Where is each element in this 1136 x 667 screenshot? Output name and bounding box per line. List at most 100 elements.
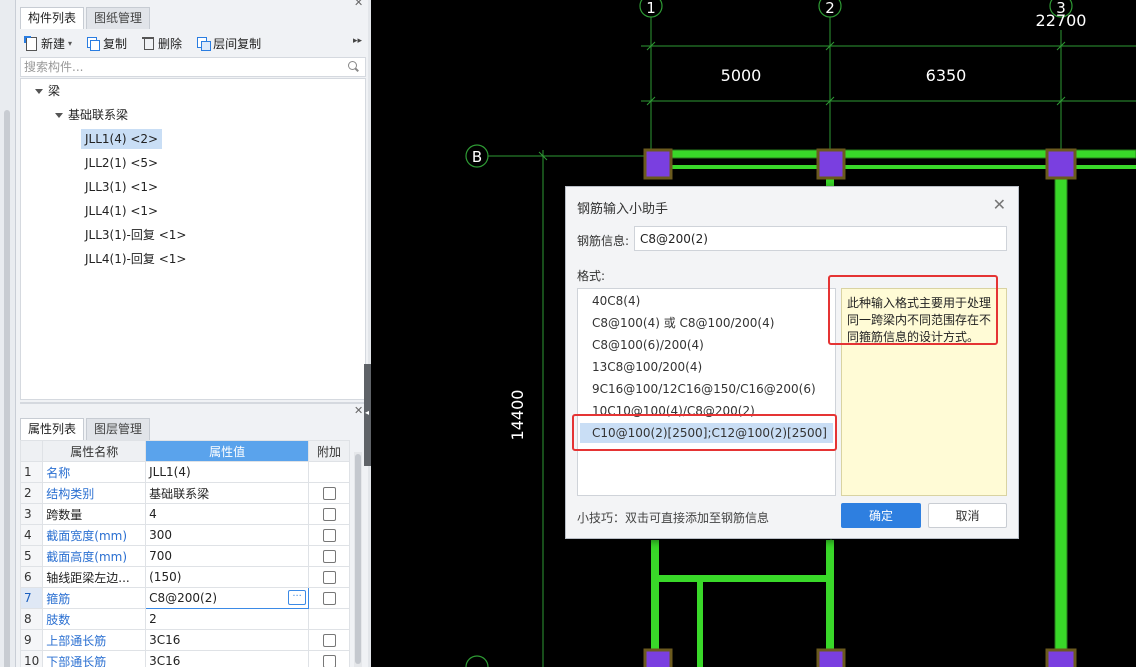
property-row[interactable]: 10 下部通长筋 3C16 <box>19 650 350 667</box>
tree-item[interactable]: JLL1(4) <2> <box>81 129 163 149</box>
property-row[interactable]: 5 截面高度(mm) 700 <box>19 545 350 567</box>
secondary-beam[interactable] <box>659 575 826 582</box>
additional-checkbox[interactable] <box>322 550 336 563</box>
row-index: 7 <box>19 587 44 609</box>
layer-copy-button[interactable]: 层间复制 <box>196 35 261 52</box>
additional-checkbox[interactable] <box>322 571 336 584</box>
axis-label-b: B <box>472 148 482 166</box>
property-name: 上部通长筋 <box>42 629 147 651</box>
tree-node-beam[interactable]: 梁 <box>35 81 60 101</box>
property-scrollbar-thumb[interactable] <box>355 454 361 664</box>
property-value[interactable]: JLL1(4) <box>145 461 310 483</box>
cancel-button[interactable]: 取消 <box>928 503 1007 528</box>
column-3b[interactable] <box>1045 148 1077 180</box>
column-2b[interactable] <box>816 148 846 180</box>
rebar-input-dialog: 钢筋输入小助手 ✕ 钢筋信息: 格式: 40C8(4) C8@100(4) 或 … <box>565 186 1019 539</box>
format-item[interactable]: 40C8(4) <box>592 291 640 311</box>
search-icon[interactable] <box>348 61 359 72</box>
format-item-selected[interactable]: C10@100(2)[2500];C12@100(2)[2500] <box>580 423 833 443</box>
tab-property-list[interactable]: 属性列表 <box>20 418 85 440</box>
property-value-text: 3C16 <box>149 633 181 647</box>
component-tabs: 构件列表 图纸管理 <box>20 7 152 29</box>
component-panel: ✕ 构件列表 图纸管理 新建 ▾ 复制 删除 层间复制 ▸▸ 梁 <box>16 0 368 667</box>
additional-cell <box>308 503 350 525</box>
copy-button[interactable]: 复制 <box>86 35 127 52</box>
format-item[interactable]: 9C16@100/12C16@150/C16@200(6) <box>592 379 816 399</box>
component-toolbar: 新建 ▾ 复制 删除 层间复制 ▸▸ <box>20 31 366 55</box>
property-value[interactable]: 2 <box>145 608 310 630</box>
row-index: 10 <box>19 650 44 667</box>
tree-horizontal-scrollbar[interactable] <box>20 402 366 404</box>
format-item[interactable]: 10C10@100(4)/C8@200(2) <box>592 401 755 421</box>
beam-axis-1-lower[interactable] <box>651 540 659 667</box>
copy-icon <box>86 36 101 51</box>
row-index: 4 <box>19 524 44 546</box>
tab-layer-management[interactable]: 图层管理 <box>86 418 151 440</box>
property-value[interactable]: (150) <box>145 566 310 588</box>
additional-checkbox[interactable] <box>322 487 336 500</box>
additional-cell <box>308 608 350 630</box>
beam-axis-3[interactable] <box>1054 169 1068 667</box>
additional-checkbox[interactable] <box>322 508 336 521</box>
property-scrollbar[interactable] <box>354 452 362 667</box>
format-item[interactable]: 13C8@100/200(4) <box>592 357 702 377</box>
property-row[interactable]: 7 箍筋 C8@200(2) ··· <box>19 587 350 609</box>
tree-item[interactable]: JLL3(1) <1> <box>85 177 158 197</box>
tree-item[interactable]: JLL2(1) <5> <box>85 153 158 173</box>
tree-item[interactable]: JLL4(1)-回复 <1> <box>85 249 186 269</box>
additional-checkbox[interactable] <box>322 592 336 605</box>
tree-item[interactable]: JLL4(1) <1> <box>85 201 158 221</box>
property-row[interactable]: 4 截面宽度(mm) 300 <box>19 524 350 546</box>
property-name: 结构类别 <box>42 482 147 504</box>
dropdown-caret-icon[interactable]: ▾ <box>68 39 72 48</box>
new-button[interactable]: 新建 ▾ <box>24 35 72 52</box>
panel-close-icon[interactable]: ✕ <box>354 0 363 9</box>
expand-caret-icon[interactable] <box>35 89 43 94</box>
additional-checkbox[interactable] <box>322 655 336 667</box>
new-label: 新建 <box>41 36 66 51</box>
column-1b[interactable] <box>643 148 673 180</box>
column-lower-3[interactable] <box>1045 648 1077 667</box>
search-input[interactable] <box>21 58 331 76</box>
additional-checkbox[interactable] <box>322 529 336 542</box>
additional-checkbox[interactable] <box>322 634 336 647</box>
property-value[interactable]: C8@200(2) ··· <box>145 587 310 609</box>
format-item[interactable]: C8@100(6)/200(4) <box>592 335 704 355</box>
expand-caret-icon[interactable] <box>55 113 63 118</box>
delete-button[interactable]: 删除 <box>141 35 182 52</box>
more-options-button[interactable]: ··· <box>288 590 307 605</box>
tab-component-list[interactable]: 构件列表 <box>20 7 85 29</box>
property-row[interactable]: 8 肢数 2 <box>19 608 350 630</box>
property-value[interactable]: 3C16 <box>145 629 310 651</box>
rebar-info-input[interactable] <box>634 226 1007 251</box>
property-row[interactable]: 3 跨数量 4 <box>19 503 350 525</box>
left-scrollbar[interactable] <box>4 110 10 667</box>
column-lower-1[interactable] <box>643 648 673 667</box>
tab-drawing-management[interactable]: 图纸管理 <box>86 7 151 29</box>
tree-item[interactable]: JLL3(1)-回复 <1> <box>85 225 186 245</box>
property-row[interactable]: 1 名称 JLL1(4) <box>19 461 350 483</box>
property-value-text: 3C16 <box>149 654 181 667</box>
format-item[interactable]: C8@100(4) 或 C8@100/200(4) <box>592 313 774 333</box>
close-icon[interactable]: ✕ <box>993 195 1006 214</box>
property-value[interactable]: 4 <box>145 503 310 525</box>
format-list[interactable]: 40C8(4) C8@100(4) 或 C8@100/200(4) C8@100… <box>577 288 836 496</box>
property-value-text: 700 <box>149 549 173 563</box>
property-value[interactable]: 700 <box>145 545 310 567</box>
component-tree: 梁 基础联系梁 JLL1(4) <2> JLL2(1) <5> JLL3(1) … <box>20 78 366 400</box>
column-lower-2[interactable] <box>816 648 846 667</box>
tree-node-foundation-tie-beam[interactable]: 基础联系梁 <box>55 105 128 125</box>
ok-button[interactable]: 确定 <box>841 503 921 528</box>
property-row[interactable]: 2 结构类别 基础联系梁 <box>19 482 350 504</box>
secondary-beam-vertical[interactable] <box>697 582 703 667</box>
property-value[interactable]: 300 <box>145 524 310 546</box>
property-value[interactable]: 基础联系梁 <box>145 482 310 504</box>
property-panel-close-icon[interactable]: ✕ <box>354 404 363 417</box>
beam-axis-2-lower[interactable] <box>826 540 834 667</box>
property-row[interactable]: 9 上部通长筋 3C16 <box>19 629 350 651</box>
property-value[interactable]: 3C16 <box>145 650 310 667</box>
format-description-box: 此种输入格式主要用于处理同一跨梁内不同范围存在不同箍筋信息的设计方式。 <box>841 288 1007 496</box>
property-row[interactable]: 6 轴线距梁左边... (150) <box>19 566 350 588</box>
format-description: 此种输入格式主要用于处理同一跨梁内不同范围存在不同箍筋信息的设计方式。 <box>847 296 992 344</box>
toolbar-more-icon[interactable]: ▸▸ <box>353 36 362 46</box>
